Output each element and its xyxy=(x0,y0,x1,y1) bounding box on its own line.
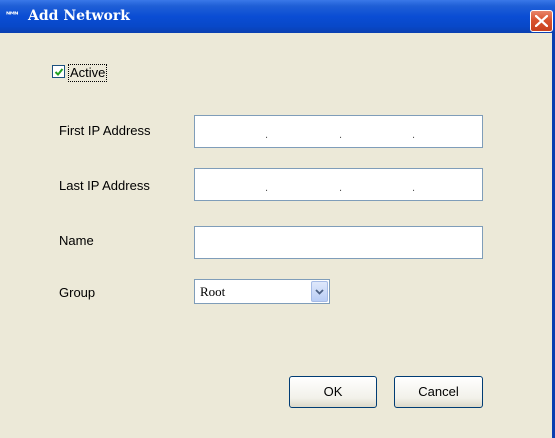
app-icon: ᴺᴹᴺ xyxy=(6,10,18,19)
group-select[interactable]: Root xyxy=(194,279,330,304)
last-ip-field[interactable]: . . . xyxy=(194,168,483,201)
ip-separator: . xyxy=(412,129,416,141)
close-icon xyxy=(535,15,548,27)
name-label: Name xyxy=(59,233,94,248)
add-network-dialog: ᴺᴹᴺ Add Network Active First IP Address … xyxy=(0,0,555,438)
first-ip-field[interactable]: . . . xyxy=(194,115,483,148)
checkmark-icon xyxy=(54,68,64,76)
ok-button[interactable]: OK xyxy=(289,376,377,408)
close-button[interactable] xyxy=(530,10,553,32)
ip-separator: . xyxy=(265,129,269,141)
active-checkbox[interactable] xyxy=(52,65,65,78)
name-field[interactable] xyxy=(194,226,483,259)
active-label[interactable]: Active xyxy=(68,64,108,82)
group-selected-value: Root xyxy=(200,284,226,299)
ip-separator: . xyxy=(412,182,416,194)
ip-separator: . xyxy=(339,182,343,194)
ip-separator: . xyxy=(265,182,269,194)
first-ip-label: First IP Address xyxy=(59,123,151,138)
chevron-down-icon xyxy=(315,289,324,295)
title-bar[interactable]: ᴺᴹᴺ Add Network xyxy=(0,0,555,33)
group-label: Group xyxy=(59,285,96,300)
ip-separator: . xyxy=(339,129,343,141)
cancel-button[interactable]: Cancel xyxy=(394,376,483,408)
dropdown-button[interactable] xyxy=(311,281,328,302)
last-ip-label: Last IP Address xyxy=(59,178,150,193)
window-title: Add Network xyxy=(28,8,130,24)
